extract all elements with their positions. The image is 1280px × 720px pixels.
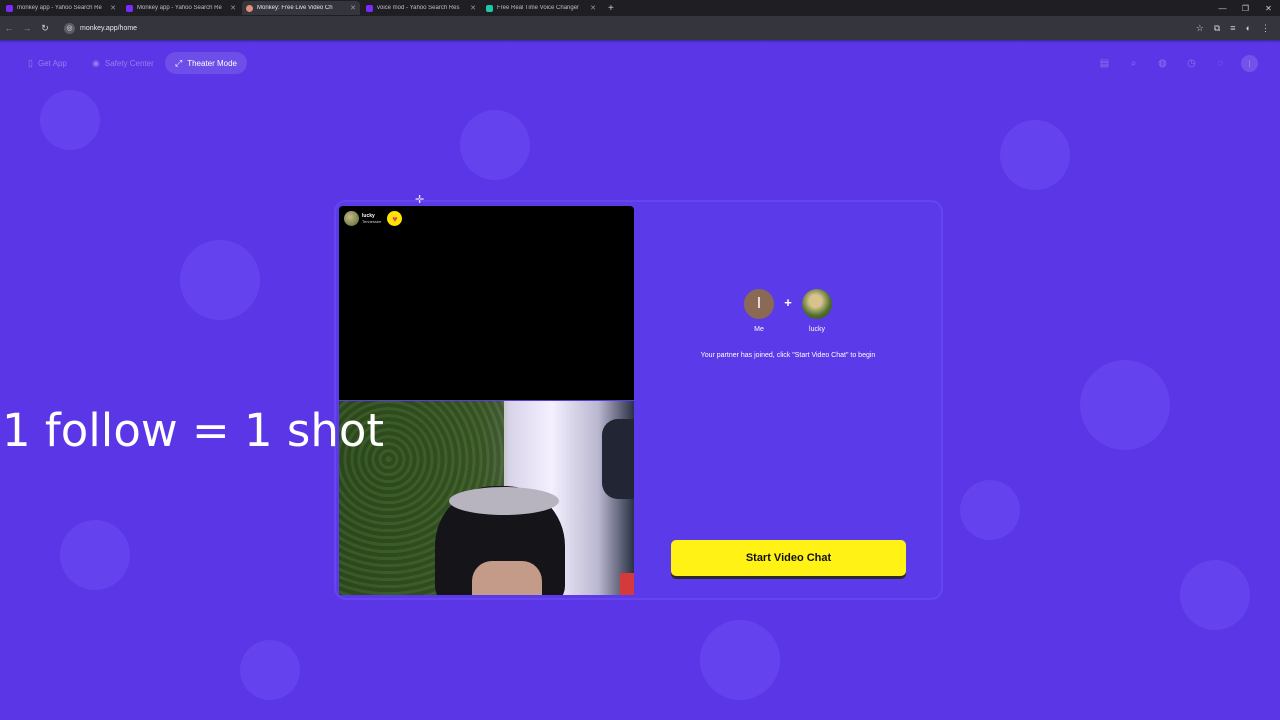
background-bubble [1080, 360, 1170, 450]
yahoo-icon [6, 4, 13, 12]
close-tab-icon[interactable]: ✕ [470, 4, 476, 12]
my-label: Me [754, 326, 764, 333]
forward-icon[interactable]: → [18, 23, 36, 33]
background-bubble [960, 480, 1020, 540]
close-tab-icon[interactable]: ✕ [110, 4, 116, 12]
theater-mode-label: Theater Mode [187, 58, 238, 68]
browser-tab[interactable]: Monkey app - Yahoo Search Re ✕ [122, 1, 240, 15]
browser-tab[interactable]: Free Real Time Voice Changer ✕ [482, 1, 600, 15]
toolbar-actions: ☆ ⧉ ≡ ◐ ⋮ [1196, 16, 1270, 40]
expand-icon: ⤢ [175, 57, 183, 68]
url-field[interactable]: ◎ monkey.app/home [60, 19, 1160, 37]
safety-center-button[interactable]: ◉ Safety Center [82, 52, 164, 74]
my-avatar: I [744, 289, 774, 319]
partner-avatar [344, 211, 359, 226]
url-text: monkey.app/home [80, 24, 138, 32]
reload-icon[interactable]: ↻ [36, 23, 54, 34]
partner-avatar-large [802, 289, 832, 319]
address-bar-row: ← → ↻ ◎ monkey.app/home ☆ ⧉ ≡ ◐ ⋮ [0, 16, 1280, 40]
yahoo-icon [366, 4, 373, 12]
restore-icon[interactable]: ❐ [1234, 4, 1257, 13]
phone-icon: ▯ [28, 57, 33, 68]
globe-icon[interactable]: ◍ [1154, 55, 1171, 72]
background-bubble [240, 640, 300, 700]
media-icon[interactable]: ≡ [1230, 23, 1235, 33]
monkey-icon [246, 4, 253, 12]
partner-location: Tennessee [362, 219, 382, 224]
background-bubble [1000, 120, 1070, 190]
background-bubble [1180, 560, 1250, 630]
search-icon[interactable]: ⌕ [1125, 55, 1142, 72]
divider [0, 40, 1280, 43]
heart-icon[interactable]: ♥ [387, 211, 403, 226]
shield-icon: ◉ [92, 57, 100, 68]
browser-tab-active[interactable]: Monkey: Free Live Video Ch ✕ [242, 1, 360, 15]
video-object [602, 419, 634, 499]
user-avatar[interactable]: | [1241, 54, 1258, 72]
mouse-cursor-icon: ✛ [415, 194, 425, 206]
store-icon[interactable]: ▤ [1096, 55, 1113, 72]
tab-title: monkey app - Yahoo Search Re [17, 5, 102, 11]
header-actions: ▤ ⌕ ◍ ◷ ◌ | [1096, 52, 1258, 74]
background-bubble [40, 90, 100, 150]
get-app-label: Get App [37, 58, 67, 68]
browser-tab[interactable]: voice mod - Yahoo Search Res ✕ [362, 1, 480, 15]
window-controls: — ❐ ✕ [1211, 0, 1280, 16]
browser-tab-strip: monkey app - Yahoo Search Re ✕ Monkey ap… [0, 0, 1280, 16]
voice-icon [486, 4, 493, 12]
partner-video: lucky Tennessee ♥ [339, 206, 634, 400]
yahoo-icon [126, 4, 133, 12]
new-tab-icon[interactable]: + [608, 3, 614, 14]
history-icon[interactable]: ◷ [1183, 55, 1200, 72]
stream-overlay-text: 1 follow = 1 shot [2, 404, 385, 457]
video-object [620, 573, 634, 595]
match-status-text: Your partner has joined, click "Start Vi… [700, 352, 876, 359]
profile-icon[interactable]: ◐ [1246, 23, 1251, 33]
bookmark-star-icon[interactable]: ☆ [1196, 23, 1204, 34]
background-bubble [60, 520, 130, 590]
menu-icon[interactable]: ⋮ [1261, 23, 1270, 34]
tab-title: Free Real Time Voice Changer [497, 5, 580, 11]
browser-tab[interactable]: monkey app - Yahoo Search Re ✕ [2, 1, 120, 15]
chat-icon[interactable]: ◌ [1212, 55, 1229, 72]
safety-center-label: Safety Center [104, 58, 154, 68]
partner-label: lucky [809, 326, 825, 333]
plus-icon: + [784, 295, 792, 310]
back-icon[interactable]: ← [0, 23, 18, 33]
background-bubble [180, 240, 260, 320]
start-video-chat-button[interactable]: Start Video Chat [671, 540, 906, 576]
tab-title: Monkey: Free Live Video Ch [257, 5, 333, 11]
match-avatars: I Me + lucky [744, 289, 832, 333]
extensions-icon[interactable]: ⧉ [1214, 23, 1220, 34]
tab-title: Monkey app - Yahoo Search Re [137, 5, 222, 11]
background-bubble [460, 110, 530, 180]
close-tab-icon[interactable]: ✕ [350, 4, 356, 12]
minimize-icon[interactable]: — [1211, 4, 1234, 13]
close-tab-icon[interactable]: ✕ [590, 4, 596, 12]
tab-title: voice mod - Yahoo Search Res [377, 5, 460, 11]
theater-mode-button[interactable]: ⤢ Theater Mode [165, 52, 248, 74]
video-face [472, 561, 542, 595]
close-tab-icon[interactable]: ✕ [230, 4, 236, 12]
video-hat [449, 487, 559, 515]
get-app-button[interactable]: ▯ Get App [18, 52, 77, 74]
partner-info-chip[interactable]: lucky Tennessee ♥ [344, 211, 403, 226]
site-info-icon[interactable]: ◎ [64, 22, 75, 34]
close-window-icon[interactable]: ✕ [1257, 4, 1280, 13]
background-bubble [700, 620, 780, 700]
